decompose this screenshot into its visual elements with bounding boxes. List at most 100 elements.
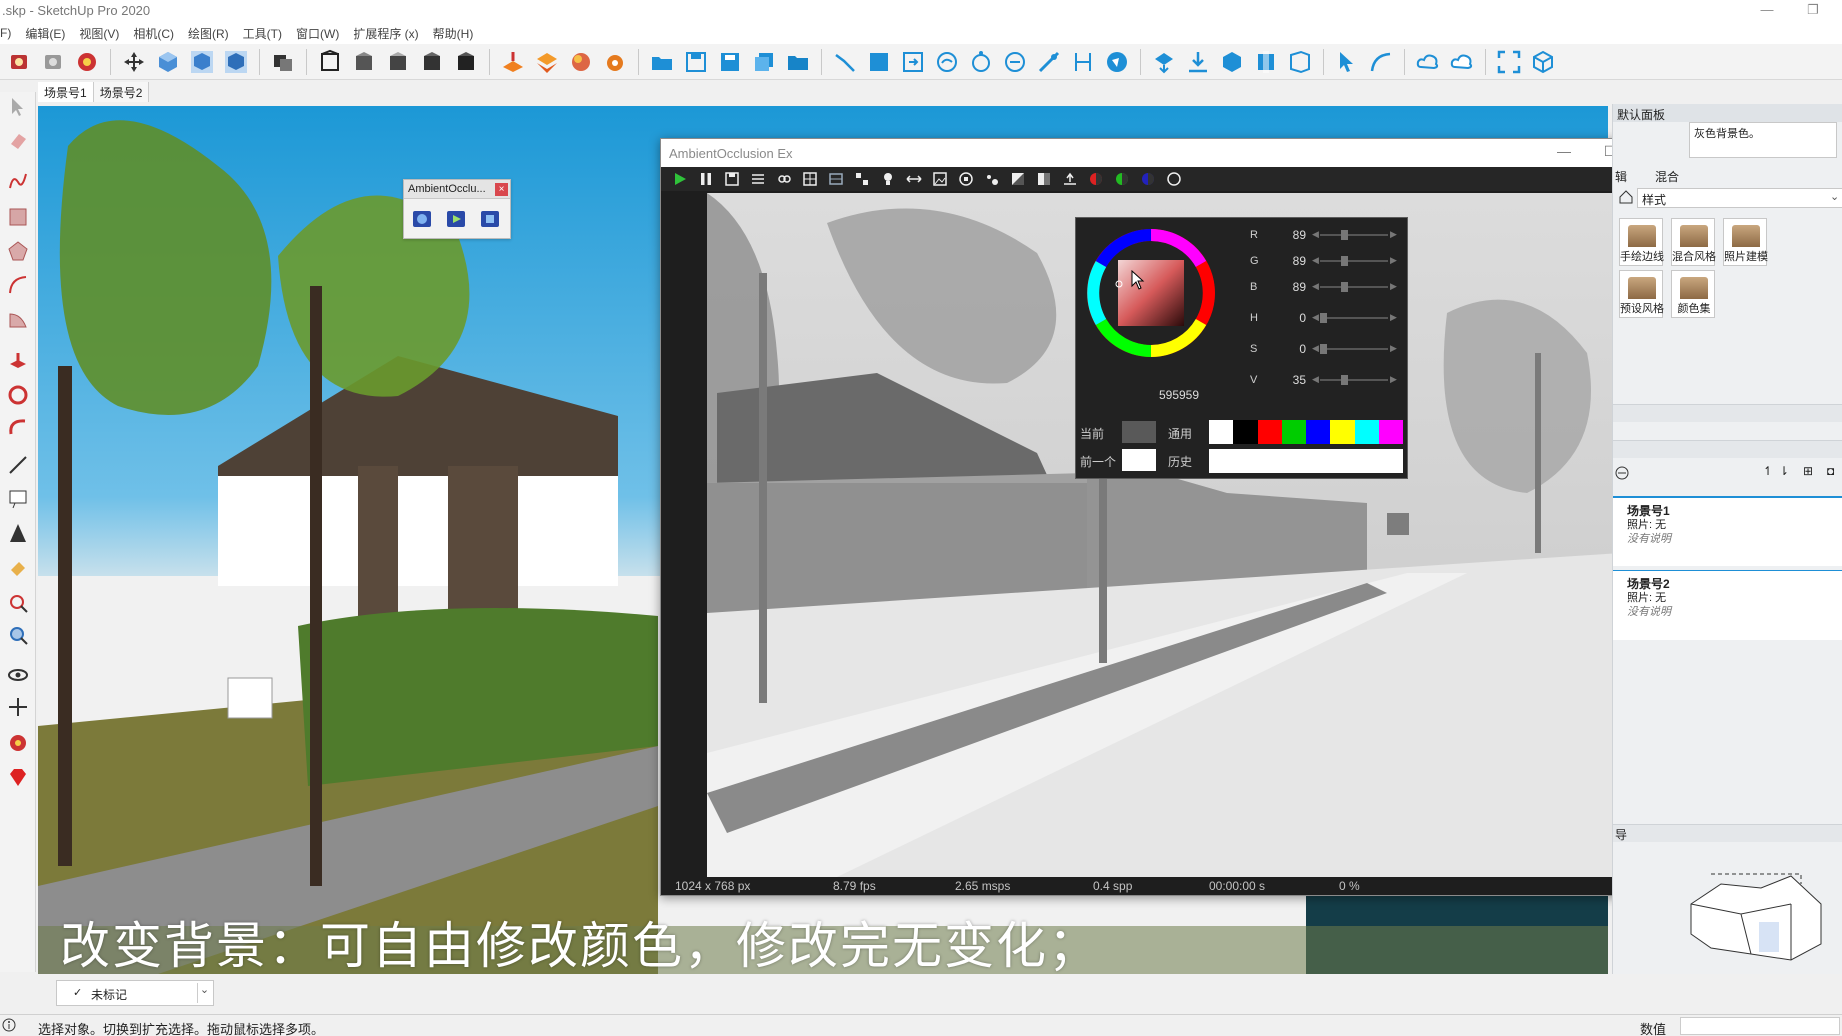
info-icon[interactable]	[2, 1018, 16, 1032]
layers-icon[interactable]	[828, 171, 844, 187]
menu-edit[interactable]: 编辑(E)	[25, 25, 65, 42]
hex-value-field[interactable]: 595959	[1126, 388, 1232, 402]
geo-location-icon[interactable]	[1104, 49, 1130, 75]
save-icon[interactable]	[683, 49, 709, 75]
gradient-icon[interactable]	[1036, 171, 1052, 187]
slider-value-v[interactable]: 35	[1260, 373, 1306, 387]
share-model-icon[interactable]	[1219, 49, 1245, 75]
zoom-extents-icon[interactable]	[7, 624, 29, 646]
arc-tool-icon[interactable]	[1368, 49, 1394, 75]
maximize-button[interactable]: ❐	[1798, 0, 1828, 22]
3d-box-icon[interactable]	[1530, 49, 1556, 75]
tab-scene-1[interactable]: 场景号1	[38, 82, 94, 102]
slider-thumb-b[interactable]	[1341, 282, 1348, 292]
chevron-down-icon[interactable]: ⌄	[197, 983, 211, 1003]
slider-left-arrow-icon[interactable]: ◀	[1312, 343, 1319, 354]
slider-track-v[interactable]	[1320, 375, 1388, 385]
slider-track-g[interactable]	[1320, 256, 1388, 266]
polygon-tool-icon[interactable]	[7, 240, 29, 262]
open-icon[interactable]	[649, 49, 675, 75]
history-colors[interactable]	[1209, 449, 1403, 473]
menu-help[interactable]: 帮助(H)	[433, 25, 474, 42]
slider-right-arrow-icon[interactable]: ▶	[1390, 374, 1397, 385]
red-channel-icon[interactable]	[1088, 171, 1104, 187]
sandbox-from-contours-icon[interactable]	[500, 49, 526, 75]
gem-render-icon[interactable]	[74, 49, 100, 75]
select-arrows-icon[interactable]	[121, 49, 147, 75]
select-arrow-icon[interactable]	[1334, 49, 1360, 75]
smoove-icon[interactable]	[568, 49, 594, 75]
ruby-gem-icon[interactable]	[7, 766, 29, 788]
rectangle-tool-icon[interactable]	[866, 49, 892, 75]
style-shaded-icon[interactable]	[419, 49, 445, 75]
blue-channel-icon[interactable]	[1140, 171, 1156, 187]
pie-tool-icon[interactable]	[7, 308, 29, 330]
download-icon[interactable]	[1185, 49, 1211, 75]
folder-icon[interactable]	[785, 49, 811, 75]
sandbox-from-scratch-icon[interactable]	[534, 49, 560, 75]
grid-icon[interactable]	[802, 171, 818, 187]
slider-right-arrow-icon[interactable]: ▶	[1390, 281, 1397, 292]
remove-scene-icon[interactable]	[1615, 466, 1629, 480]
arc-tool-icon[interactable]	[7, 274, 29, 296]
previous-color-swatch[interactable]	[1122, 449, 1156, 471]
extension-warehouse-icon[interactable]	[1253, 49, 1279, 75]
tab-edit[interactable]: 辑	[1615, 168, 1627, 185]
home-icon[interactable]	[1619, 190, 1633, 204]
save-icon[interactable]	[724, 171, 740, 187]
ao-play-icon[interactable]	[444, 207, 470, 231]
swatch-white[interactable]	[1209, 420, 1234, 444]
offset-tool-icon[interactable]	[900, 49, 926, 75]
style-textured-icon[interactable]	[453, 49, 479, 75]
slider-left-arrow-icon[interactable]: ◀	[1312, 312, 1319, 323]
view-top-icon[interactable]	[189, 49, 215, 75]
move-scene-down-icon[interactable]: ⇂	[1779, 464, 1789, 478]
material-icon[interactable]	[1010, 171, 1026, 187]
menu-camera[interactable]: 相机(C)	[133, 25, 174, 42]
paint-bucket-icon[interactable]	[7, 558, 29, 580]
follow-me-icon[interactable]	[7, 416, 29, 438]
stamp-gear-icon[interactable]	[602, 49, 628, 75]
tape-measure-icon[interactable]	[7, 454, 29, 476]
slider-value-g[interactable]: 89	[1260, 254, 1306, 268]
swatch-cyan[interactable]	[1354, 420, 1379, 444]
slider-thumb-v[interactable]	[1341, 375, 1348, 385]
slider-value-b[interactable]: 89	[1260, 280, 1306, 294]
look-around-icon[interactable]	[7, 664, 29, 686]
style-hidden-line-icon[interactable]	[385, 49, 411, 75]
style-collection-select[interactable]: 样式 ⌄	[1637, 188, 1842, 208]
swatch-blue[interactable]	[1306, 420, 1331, 444]
dimension-tool-icon[interactable]	[1070, 49, 1096, 75]
scene-item-2[interactable]: 场景号2 照片: 无 没有说明	[1613, 570, 1842, 640]
component-icon[interactable]	[270, 49, 296, 75]
slider-track-b[interactable]	[1320, 282, 1388, 292]
ao-minimize-button[interactable]: —	[1551, 143, 1577, 163]
render-settings-icon[interactable]	[40, 49, 66, 75]
rotate-tool-icon[interactable]	[7, 384, 29, 406]
eraser-tool-icon[interactable]	[7, 130, 29, 152]
select-tool-icon[interactable]	[7, 96, 29, 118]
brackets-icon[interactable]	[958, 171, 974, 187]
menu-file[interactable]: F)	[0, 26, 11, 40]
menu-tools[interactable]: 工具(T)	[243, 25, 282, 42]
line-tool-icon[interactable]	[832, 49, 858, 75]
menu-extensions[interactable]: 扩展程序 (x)	[353, 25, 418, 42]
layout-send-icon[interactable]	[1287, 49, 1313, 75]
circle-tool-icon[interactable]	[968, 49, 994, 75]
cloud-upload-icon[interactable]	[1449, 49, 1475, 75]
copy-icon[interactable]	[751, 49, 777, 75]
scene-item-1[interactable]: 场景号1 照片: 无 没有说明	[1613, 496, 1842, 566]
play-icon[interactable]	[672, 171, 688, 187]
ground-icon[interactable]	[1062, 171, 1078, 187]
slider-thumb-r[interactable]	[1341, 230, 1348, 240]
menu-window[interactable]: 窗口(W)	[296, 25, 339, 42]
tab-scene-2[interactable]: 场景号2	[93, 82, 150, 102]
fit-icon[interactable]	[854, 171, 870, 187]
move-scene-up-icon[interactable]: ↿	[1763, 464, 1773, 478]
slider-track-h[interactable]	[1320, 313, 1388, 323]
dots-icon[interactable]	[984, 171, 1000, 187]
render-plugin-icon[interactable]	[7, 732, 29, 754]
render-icon[interactable]	[6, 49, 32, 75]
tag-selector[interactable]: ✓ 未标记 ⌄	[56, 980, 214, 1006]
slider-value-r[interactable]: 89	[1260, 228, 1306, 242]
